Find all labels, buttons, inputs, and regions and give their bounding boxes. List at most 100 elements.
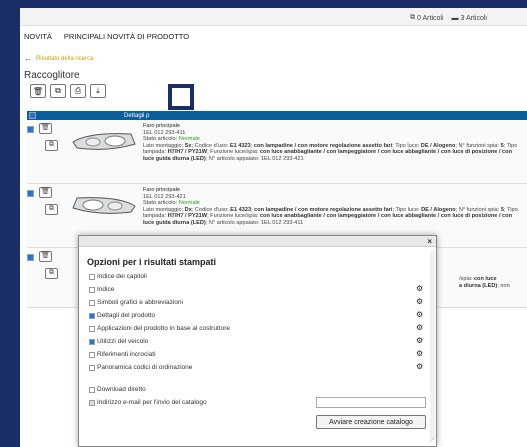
state-label: Stato articolo:	[143, 200, 178, 206]
gear-icon[interactable]: ⚙	[416, 310, 423, 319]
menu-item-novita[interactable]: NOVITÀ	[24, 32, 52, 41]
state-value: Normale	[178, 200, 200, 206]
create-catalog-button[interactable]: Avviare creazione catalogo	[316, 415, 426, 429]
state-label: Stato articolo:	[143, 136, 178, 142]
trash-icon: 🗑	[41, 188, 50, 196]
select-all-checkbox[interactable]	[29, 112, 36, 119]
row-checkbox[interactable]	[27, 254, 34, 261]
attr-text: ; Codice d'uso:	[191, 206, 231, 213]
attr-text: ; N° articolo appaiato:	[205, 155, 261, 162]
close-icon[interactable]: ×	[427, 237, 432, 246]
gear-icon[interactable]: ⚙	[416, 323, 423, 332]
row-delete-button[interactable]: 🗑	[39, 251, 52, 262]
option-indice-capitoli[interactable]: Indice dei capitoli	[89, 273, 147, 280]
arrow-left-icon: ←	[24, 54, 32, 63]
download-button[interactable]: ⤓	[90, 84, 106, 98]
attr-feature: con lampadine / con motore regolazione a…	[254, 206, 393, 213]
delete-button[interactable]: 🗑	[30, 84, 46, 98]
option-label: Riferimenti incrociati	[97, 351, 156, 358]
copy-button[interactable]: ⧉	[50, 84, 66, 98]
attr-use-code: E1 4323	[230, 206, 252, 213]
row-checkbox[interactable]	[27, 190, 34, 197]
attr-feature: con lampadine / con motore regolazione a…	[253, 142, 393, 149]
checkbox[interactable]	[89, 312, 95, 319]
toolbar: 🗑 ⧉ ⎙ ⤓	[30, 84, 106, 98]
option-dettagli[interactable]: Dettagli del prodotto	[89, 312, 155, 319]
state-value: Normale	[178, 136, 200, 142]
attr-text: ; Tipo luce:	[392, 206, 422, 213]
attr-side: Sx	[184, 142, 192, 149]
option-label: Applicazioni del prodotto in base al cos…	[97, 325, 230, 332]
option-simboli[interactable]: Simboli grafici e abbreviazioni	[89, 299, 183, 306]
headlight-image	[72, 197, 136, 214]
trash-icon: 🗑	[32, 86, 44, 96]
gear-icon[interactable]: ⚙	[416, 349, 423, 358]
menu-item-principali[interactable]: PRINCIPALI NOVITÀ DI PRODOTTO	[64, 32, 189, 41]
option-utilizzi[interactable]: Utilizzi del veicolo	[89, 338, 148, 345]
email-input[interactable]	[316, 397, 426, 408]
collector-link[interactable]: ▬ 3 Articoli	[452, 14, 487, 22]
product-attributes: Lato montaggio: Dx; Codice d'uso: E1 432…	[143, 207, 523, 227]
cart-count: 0 Articoli	[417, 14, 444, 22]
attr-text: /spia:	[459, 276, 474, 282]
scrollbar[interactable]	[430, 250, 435, 440]
table-header: Dettagli p	[27, 111, 527, 120]
copy-icon: ⧉	[49, 141, 54, 149]
checkbox[interactable]	[89, 399, 95, 406]
option-indice[interactable]: Indice	[89, 286, 114, 293]
checkbox[interactable]	[89, 351, 95, 358]
product-attributes: Lato montaggio: Sx; Codice d'uso: E1 432…	[143, 143, 523, 163]
attr-text: ; non	[497, 282, 510, 289]
option-email[interactable]: Indirizzo e-mail per l'invio del catalog…	[89, 399, 207, 406]
back-link[interactable]: ← Risultato della ricerca	[24, 54, 93, 63]
option-label: Indirizzo e-mail per l'invio del catalog…	[97, 399, 207, 406]
top-bar: ⧉ 0 Articoli ▬ 3 Articoli	[20, 8, 527, 26]
checkbox[interactable]	[89, 299, 95, 306]
gear-icon[interactable]: ⚙	[416, 297, 423, 306]
checkbox[interactable]	[89, 325, 95, 332]
option-applicazioni[interactable]: Applicazioni del prodotto in base al cos…	[89, 325, 230, 332]
copy-icon: ⧉	[49, 269, 54, 277]
row-copy-button[interactable]: ⧉	[45, 204, 58, 215]
attr-text: ; N° funzioni spia:	[455, 142, 501, 149]
print-button[interactable]: ⎙	[70, 84, 86, 98]
checkbox[interactable]	[89, 386, 95, 393]
main-menu: NOVITÀ PRINCIPALI NOVITÀ DI PRODOTTO	[24, 32, 189, 41]
row-copy-button[interactable]: ⧉	[45, 140, 58, 151]
trash-icon: 🗑	[41, 124, 50, 132]
cart-link[interactable]: ⧉ 0 Articoli	[410, 14, 443, 22]
attr-text: Lato montaggio:	[143, 206, 185, 213]
row-delete-button[interactable]: 🗑	[39, 187, 52, 198]
option-panoramica[interactable]: Panoramica codici di ordinazione	[89, 364, 192, 371]
option-download[interactable]: Download diretto	[89, 386, 146, 393]
option-label: Panoramica codici di ordinazione	[97, 364, 193, 371]
page-title: Raccoglitore	[24, 70, 80, 81]
checkbox[interactable]	[89, 364, 95, 371]
attr-text: ; N° articolo appaiato:	[205, 219, 261, 226]
option-label: Indice	[97, 286, 115, 293]
gear-icon[interactable]: ⚙	[416, 362, 423, 371]
checkbox[interactable]	[89, 338, 95, 345]
print-icon: ⎙	[74, 86, 82, 95]
option-riferimenti[interactable]: Riferimenti incrociati	[89, 351, 156, 358]
option-label: Indice dei capitoli	[97, 273, 147, 280]
row-details: Faro principale 1EL 012 293-421 Stato ar…	[143, 187, 523, 226]
table-row: 🗑 ⧉ Faro principale 1EL 012 293-411 Stat…	[27, 120, 527, 184]
back-label: Risultato della ricerca	[36, 55, 94, 62]
dialog-titlebar[interactable]: ×	[79, 236, 436, 247]
download-icon: ⤓	[96, 86, 100, 95]
row-copy-button[interactable]: ⧉	[45, 268, 58, 279]
option-label: Download diretto	[97, 386, 146, 393]
gear-icon[interactable]: ⚙	[416, 336, 423, 345]
row-delete-button[interactable]: 🗑	[39, 123, 52, 134]
attr-light: DE / Alogeno	[421, 206, 456, 213]
checkbox[interactable]	[89, 273, 95, 280]
checkbox[interactable]	[89, 286, 95, 293]
attr-text: ; Tipo luce:	[392, 142, 421, 149]
attr-lamp: H7/H7 / PY21W	[167, 149, 208, 155]
row-checkbox[interactable]	[27, 126, 34, 133]
attr-light: DE / Alogeno	[420, 142, 456, 149]
gear-icon[interactable]: ⚙	[416, 284, 423, 293]
resize-handle-icon[interactable]: ⟋	[430, 438, 434, 445]
option-label: Utilizzi del veicolo	[97, 338, 149, 345]
